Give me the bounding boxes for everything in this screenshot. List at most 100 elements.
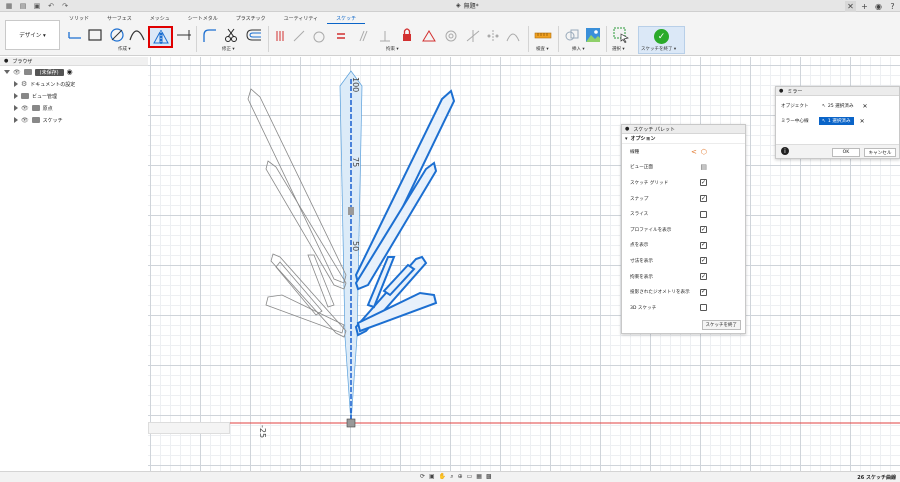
origin-marker[interactable] — [346, 418, 356, 428]
horizontal-vertical-icon[interactable] — [274, 28, 288, 44]
browser-item-named-views[interactable]: ビュー管理 — [0, 90, 148, 102]
expand-icon[interactable] — [4, 70, 10, 74]
look-at-icon[interactable]: ▣ — [429, 473, 435, 481]
sketch-curve[interactable] — [275, 261, 323, 316]
rectangle-icon[interactable] — [86, 26, 104, 44]
palette-finish-sketch-button[interactable]: スケッチを終了 — [701, 320, 741, 330]
tab-sheet-metal[interactable]: シートメタル — [179, 14, 227, 24]
objects-selection[interactable]: ↖ 25 選択済み — [819, 102, 857, 110]
show-projected-geometry-checkbox[interactable]: ✓ — [700, 288, 707, 296]
tab-utility[interactable]: ユーティリティ — [275, 14, 327, 24]
clear-mirror-line-icon[interactable]: ✕ — [860, 118, 865, 125]
dialog-collapse-icon[interactable]: ● — [779, 88, 783, 94]
viewports-icon[interactable]: ▩ — [486, 473, 492, 481]
slice-checkbox[interactable] — [700, 210, 707, 218]
design-workspace-button[interactable]: デザイン ▾ — [5, 20, 60, 50]
insert-image-icon[interactable] — [584, 26, 602, 44]
insert-group-label[interactable]: 挿入 ▾ — [572, 46, 585, 52]
mirrored-sketch-curves[interactable] — [354, 89, 456, 337]
show-profile-checkbox[interactable]: ✓ — [700, 226, 707, 234]
construction-line-icon[interactable]: < — [691, 148, 697, 156]
line-icon[interactable] — [66, 26, 84, 44]
ok-button[interactable]: OK — [832, 148, 860, 157]
select-icon[interactable] — [612, 26, 630, 44]
eye-icon[interactable]: 👁 — [13, 69, 21, 76]
perpendicular-icon[interactable] — [378, 28, 392, 44]
file-icon[interactable]: ▤ — [18, 1, 28, 10]
sketch-curve[interactable] — [354, 89, 456, 285]
close-tab-button[interactable]: ✕ — [845, 0, 856, 12]
constraints-group-label[interactable]: 拘束 ▾ — [386, 46, 399, 52]
browser-item-sketches[interactable]: 👁 スケッチ — [0, 114, 148, 126]
modify-group-label[interactable]: 修正 ▾ — [222, 46, 235, 52]
select-group-label[interactable]: 選択 ▾ — [612, 46, 625, 52]
new-tab-icon[interactable]: + — [859, 1, 870, 12]
expand-icon[interactable] — [14, 105, 18, 111]
show-dimensions-checkbox[interactable]: ✓ — [700, 257, 707, 265]
show-points-checkbox[interactable]: ✓ — [700, 241, 707, 249]
cancel-button[interactable]: キャンセル — [864, 148, 896, 157]
trim-icon[interactable] — [222, 26, 240, 44]
tangent-icon[interactable] — [312, 28, 326, 44]
sketch-curve[interactable] — [354, 161, 438, 291]
show-constraints-checkbox[interactable]: ✓ — [700, 273, 707, 281]
account-icon[interactable]: ◉ — [873, 1, 884, 12]
zoom-icon[interactable]: ⌕ — [450, 473, 453, 481]
sketch-grid-checkbox[interactable]: ✓ — [700, 179, 707, 187]
eye-icon[interactable]: 👁 — [21, 105, 29, 112]
tab-mesh[interactable]: メッシュ — [141, 14, 179, 24]
help-icon[interactable]: ? — [887, 1, 898, 12]
offset-icon[interactable] — [244, 26, 264, 44]
display-settings-icon[interactable]: ▭ — [467, 473, 473, 481]
eye-icon[interactable]: 👁 — [21, 117, 29, 124]
look-at-icon[interactable]: ▤ — [700, 163, 707, 171]
section-expand-icon[interactable]: ▾ — [625, 136, 628, 142]
midpoint-icon[interactable] — [422, 28, 436, 44]
circle-icon[interactable] — [108, 26, 126, 44]
app-grid-icon[interactable]: ▦ — [4, 1, 14, 10]
3d-sketch-checkbox[interactable] — [700, 304, 707, 312]
grid-settings-icon[interactable]: ▦ — [476, 473, 482, 481]
tab-surface[interactable]: サーフェス — [98, 14, 141, 24]
browser-item-document-settings[interactable]: ⚙ ドキュメントの設定 — [0, 78, 148, 90]
parallel-icon[interactable] — [356, 28, 370, 44]
orbit-icon[interactable]: ⟳ — [420, 473, 425, 481]
centerline-icon[interactable]: ⬡ — [701, 148, 707, 156]
pan-icon[interactable]: ✋ — [439, 473, 446, 481]
clear-objects-icon[interactable]: ✕ — [863, 103, 868, 110]
collinear-icon[interactable] — [466, 28, 480, 44]
inspect-group-label[interactable]: 検査 ▾ — [536, 46, 549, 52]
tab-plastic[interactable]: プラスチック — [227, 14, 275, 24]
palette-collapse-icon[interactable]: ● — [625, 126, 629, 132]
coincident-icon[interactable] — [292, 28, 306, 44]
original-sketch-curves[interactable] — [247, 88, 347, 338]
browser-root[interactable]: 👁 (未保存) ◉ — [0, 66, 148, 78]
sketch-curve[interactable] — [247, 88, 347, 284]
finish-sketch-label[interactable]: スケッチを終了 ▾ — [641, 46, 676, 52]
redo-icon[interactable]: ↷ — [60, 1, 70, 10]
curvature-icon[interactable] — [506, 28, 520, 44]
text-line-icon[interactable] — [175, 26, 193, 44]
symmetry-icon[interactable] — [486, 28, 500, 44]
create-group-label[interactable]: 作成 ▾ — [118, 46, 131, 52]
expand-icon[interactable] — [14, 81, 18, 87]
spline-icon[interactable] — [128, 26, 146, 44]
insert-dxf-icon[interactable] — [563, 26, 581, 44]
info-icon[interactable]: i — [781, 147, 789, 155]
snap-checkbox[interactable]: ✓ — [700, 195, 707, 203]
activate-radio-icon[interactable]: ◉ — [67, 68, 73, 76]
tab-sketch[interactable]: スケッチ — [327, 14, 366, 24]
browser-item-origin[interactable]: 👁 原点 — [0, 102, 148, 114]
mirror-line-selection[interactable]: ↖ 1 選択済み — [819, 117, 854, 125]
browser-collapse-icon[interactable]: ● — [4, 58, 8, 64]
measure-icon[interactable] — [533, 26, 553, 44]
expand-icon[interactable] — [14, 93, 18, 99]
fix-lock-icon[interactable] — [400, 26, 414, 44]
fillet-icon[interactable] — [200, 26, 218, 44]
text-command-bar[interactable] — [148, 422, 230, 434]
palette-options-section[interactable]: ▾ オプション — [622, 134, 745, 144]
undo-icon[interactable]: ↶ — [46, 1, 56, 10]
mirror-icon[interactable] — [148, 26, 173, 48]
fit-icon[interactable]: ⊕ — [458, 473, 463, 481]
tab-solid[interactable]: ソリッド — [60, 14, 98, 24]
